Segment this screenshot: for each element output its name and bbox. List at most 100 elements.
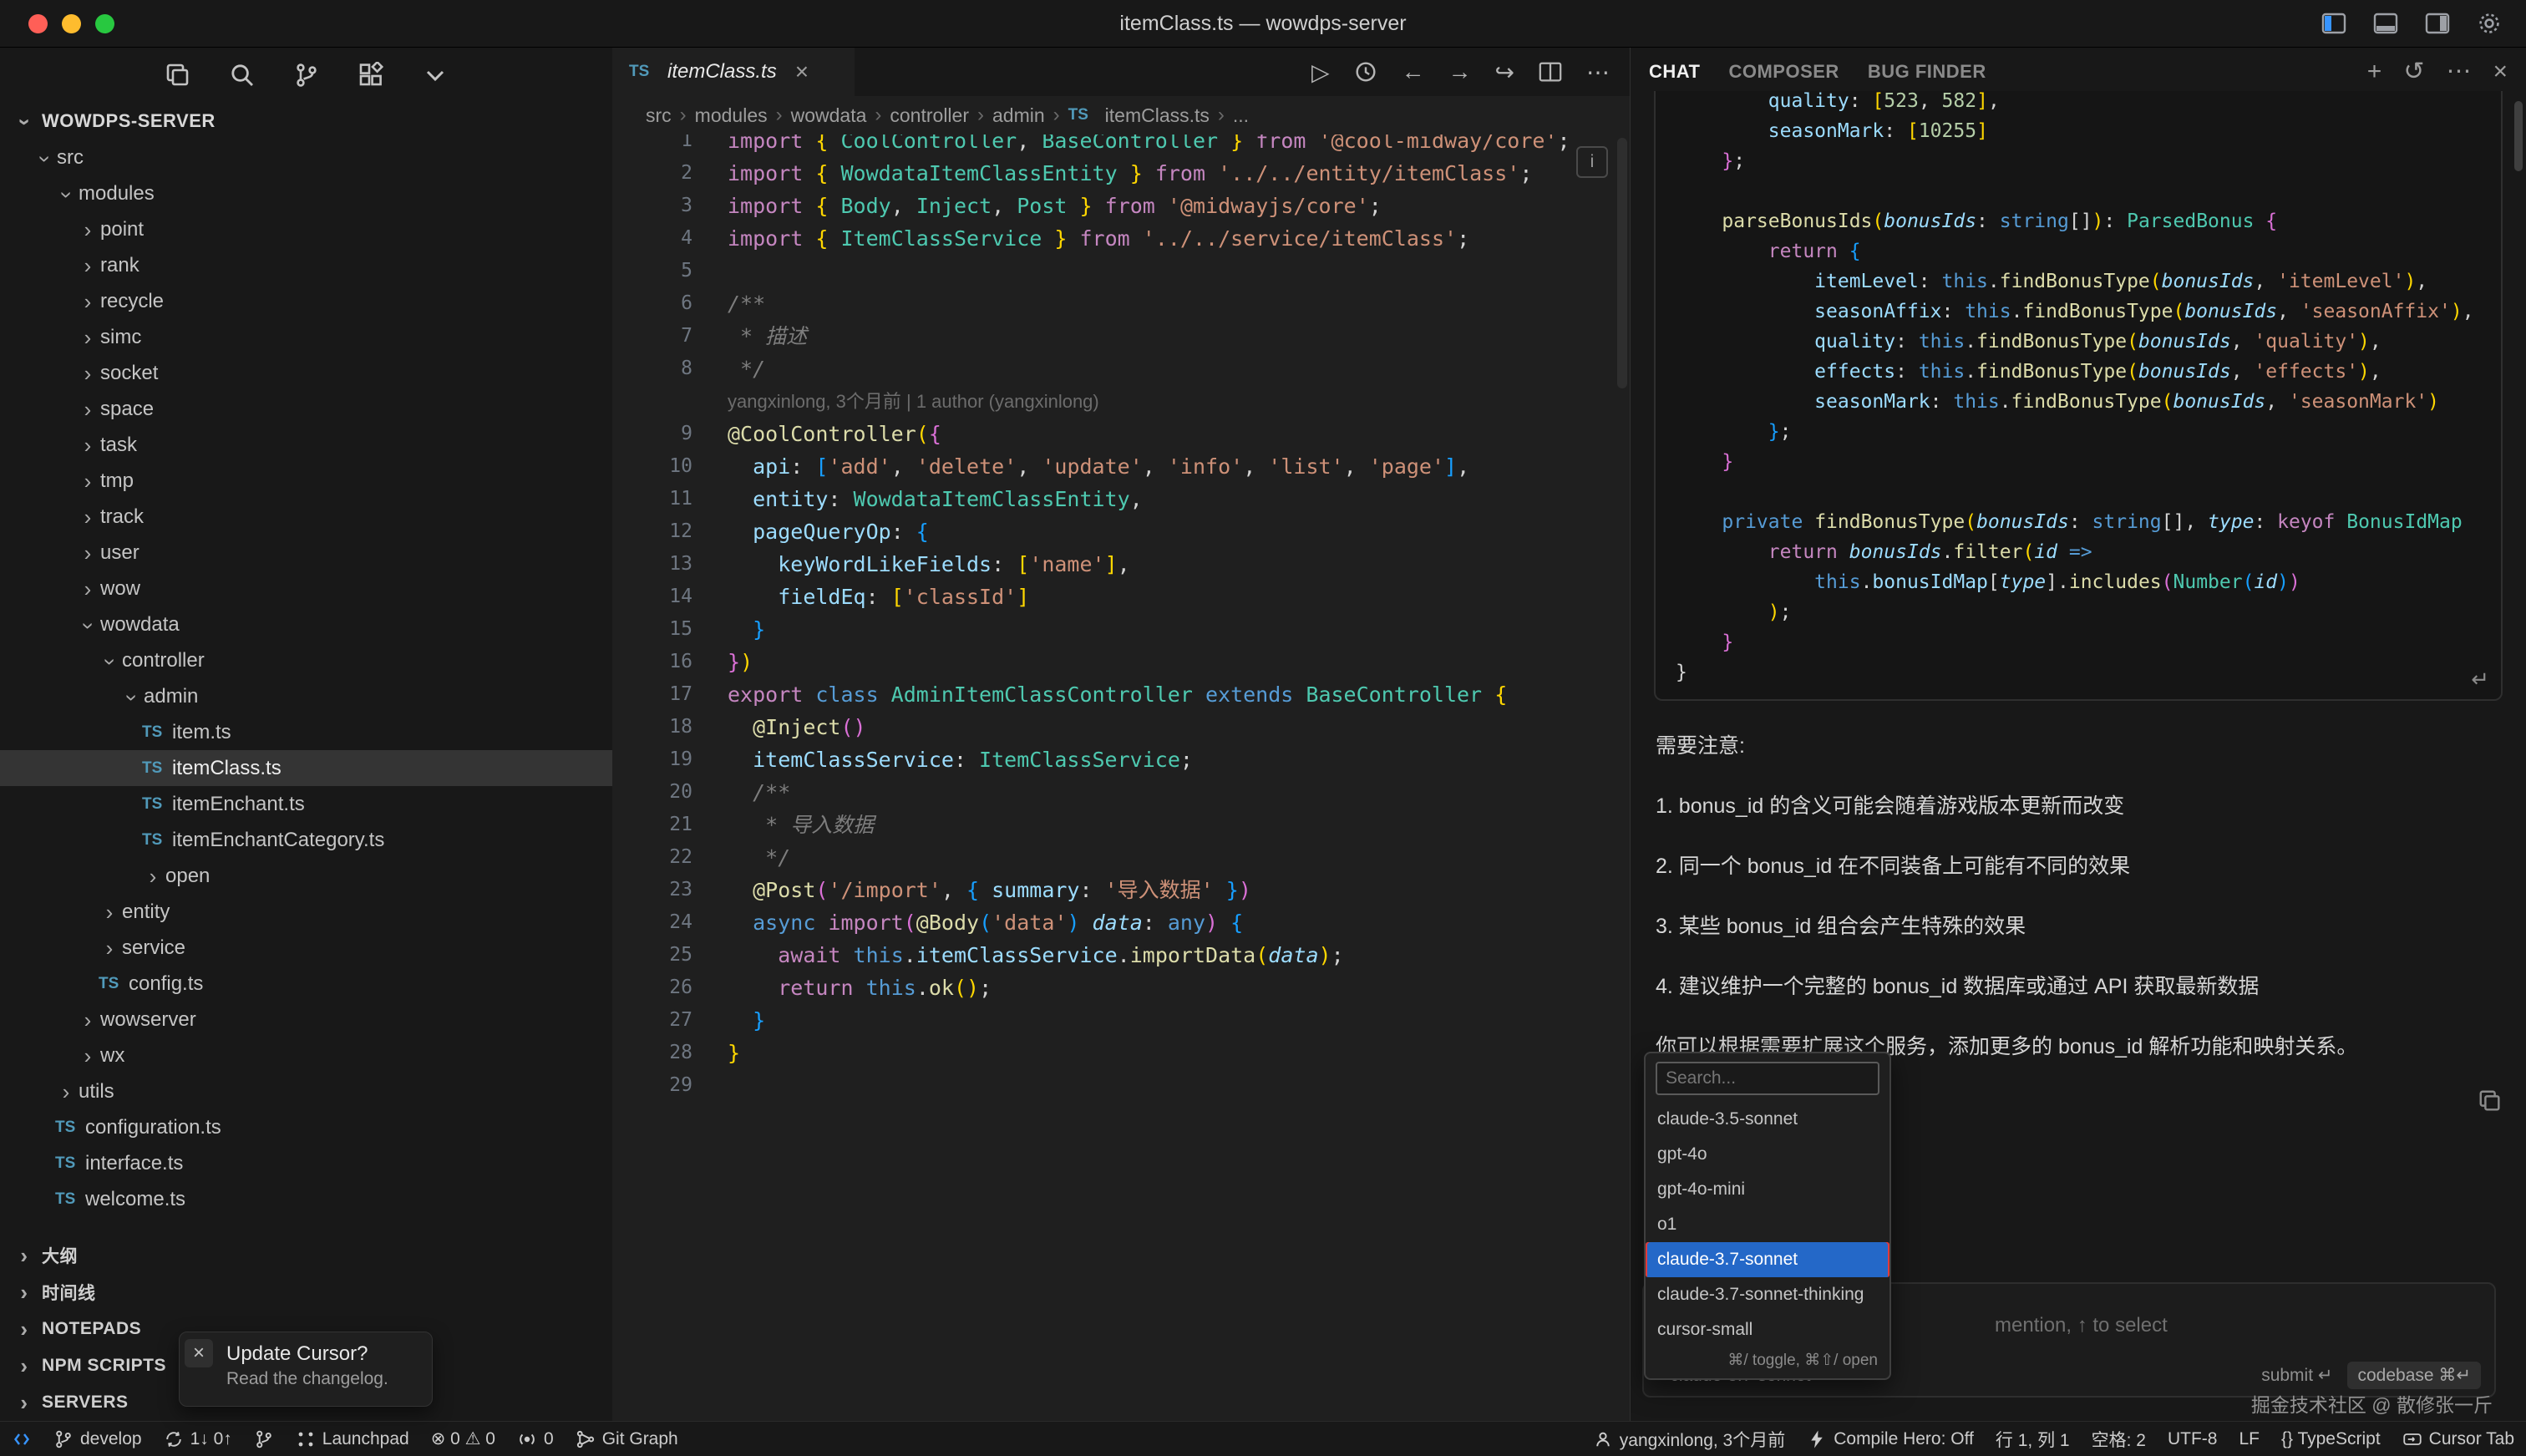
run-file-icon[interactable]: ▷ bbox=[1311, 58, 1330, 86]
status-item-yangxinlong,-3个月前[interactable]: yangxinlong, 3个月前 bbox=[1593, 1427, 1785, 1452]
tab-chat[interactable]: CHAT bbox=[1649, 61, 1700, 83]
tree-item-modules[interactable]: ›modules bbox=[0, 175, 612, 211]
editor-scrollbar[interactable] bbox=[1617, 138, 1627, 388]
status-item-行-1,-列-1[interactable]: 行 1, 列 1 bbox=[1996, 1427, 2070, 1452]
status-item-git-graph[interactable]: Git Graph bbox=[576, 1429, 678, 1449]
tree-item-wowdata[interactable]: ›wowdata bbox=[0, 606, 612, 642]
breadcrumb-item[interactable]: wowdata bbox=[791, 104, 867, 127]
tree-item-open[interactable]: ›open bbox=[0, 858, 612, 894]
search-icon[interactable] bbox=[229, 62, 256, 89]
status-item-空格:-2[interactable]: 空格: 2 bbox=[2092, 1427, 2146, 1452]
tree-item-task[interactable]: ›task bbox=[0, 427, 612, 463]
checkpoint-back-icon[interactable]: ← bbox=[1402, 58, 1425, 85]
tree-item-recycle[interactable]: ›recycle bbox=[0, 283, 612, 319]
toggle-secondary-sidebar-icon[interactable] bbox=[2424, 10, 2451, 37]
checkpoint-forward-icon[interactable]: → bbox=[1448, 58, 1472, 85]
tree-item-config.ts[interactable]: TSconfig.ts bbox=[0, 966, 612, 1002]
go-to-icon[interactable]: ↪ bbox=[1495, 58, 1514, 86]
tree-item-wow[interactable]: ›wow bbox=[0, 571, 612, 606]
status-item-launchpad[interactable]: Launchpad bbox=[296, 1429, 409, 1449]
tree-item-tmp[interactable]: ›tmp bbox=[0, 463, 612, 499]
breadcrumb-item[interactable]: admin bbox=[992, 104, 1045, 127]
model-search-input[interactable] bbox=[1656, 1062, 1879, 1095]
tree-item-socket[interactable]: ›socket bbox=[0, 355, 612, 391]
tree-item-controller[interactable]: ›controller bbox=[0, 642, 612, 678]
tree-item-wowserver[interactable]: ›wowserver bbox=[0, 1002, 612, 1037]
toggle-panel-icon[interactable] bbox=[2372, 10, 2399, 37]
split-editor-icon[interactable] bbox=[1538, 59, 1563, 84]
sidebar-section-时间线[interactable]: ›时间线 bbox=[0, 1274, 612, 1311]
tree-item-user[interactable]: ›user bbox=[0, 535, 612, 571]
tree-item-wx[interactable]: ›wx bbox=[0, 1037, 612, 1073]
model-option-gpt-4o[interactable]: gpt-4o bbox=[1646, 1137, 1889, 1172]
status-item-branch[interactable] bbox=[254, 1429, 274, 1449]
insert-at-cursor-icon[interactable]: ↵ bbox=[2471, 667, 2489, 692]
extensions-icon[interactable] bbox=[358, 62, 384, 89]
breadcrumb-more[interactable]: ... bbox=[1233, 104, 1249, 127]
breadcrumb[interactable]: src›modules›wowdata›controller›admin›TSi… bbox=[612, 96, 1630, 134]
model-option-claude-3.5-sonnet[interactable]: claude-3.5-sonnet bbox=[1646, 1102, 1889, 1137]
status-item-0[interactable]: 0 bbox=[517, 1429, 554, 1449]
tree-item-rank[interactable]: ›rank bbox=[0, 247, 612, 283]
chat-history-icon[interactable]: ↺ bbox=[2403, 59, 2424, 84]
tree-item-src[interactable]: ›src bbox=[0, 140, 612, 175]
close-tab-icon[interactable]: × bbox=[787, 58, 809, 85]
tree-item-item.ts[interactable]: TSitem.ts bbox=[0, 714, 612, 750]
sidebar-section-大纲[interactable]: ›大纲 bbox=[0, 1237, 612, 1274]
model-option-claude-3.7-sonnet[interactable]: claude-3.7-sonnet bbox=[1646, 1242, 1889, 1277]
tab-itemclass[interactable]: TS itemClass.ts × bbox=[612, 48, 855, 96]
code-editor[interactable]: 1import { CoolController, BaseController… bbox=[612, 134, 1630, 1421]
tree-item-configuration.ts[interactable]: TSconfiguration.ts bbox=[0, 1109, 612, 1145]
tree-item-itemEnchantCategory.ts[interactable]: TSitemEnchantCategory.ts bbox=[0, 822, 612, 858]
explorer-copy-icon[interactable] bbox=[165, 62, 191, 89]
new-chat-icon[interactable]: + bbox=[2367, 59, 2382, 84]
model-option-cursor-small[interactable]: cursor-small bbox=[1646, 1312, 1889, 1347]
status-item-{}-typescript[interactable]: {} TypeScript bbox=[2281, 1429, 2381, 1449]
chat-scrollbar[interactable] bbox=[2514, 101, 2523, 171]
breadcrumb-item[interactable]: controller bbox=[890, 104, 969, 127]
settings-gear-icon[interactable] bbox=[2476, 10, 2503, 37]
tree-item-admin[interactable]: ›admin bbox=[0, 678, 612, 714]
tree-item-point[interactable]: ›point bbox=[0, 211, 612, 247]
tab-bug-finder[interactable]: BUG FINDER bbox=[1868, 61, 1986, 83]
tree-item-utils[interactable]: ›utils bbox=[0, 1073, 612, 1109]
breadcrumb-file[interactable]: itemClass.ts bbox=[1105, 104, 1210, 127]
tree-item-track[interactable]: ›track bbox=[0, 499, 612, 535]
tree-item-itemEnchant.ts[interactable]: TSitemEnchant.ts bbox=[0, 786, 612, 822]
status-item-remote[interactable] bbox=[12, 1429, 32, 1449]
tree-item-entity[interactable]: ›entity bbox=[0, 894, 612, 930]
inline-hint-icon[interactable]: i bbox=[1576, 146, 1608, 178]
status-item-cursor-tab[interactable]: Cursor Tab bbox=[2402, 1429, 2514, 1449]
timeline-history-icon[interactable] bbox=[1353, 59, 1378, 84]
tree-item-service[interactable]: ›service bbox=[0, 930, 612, 966]
chevron-down-icon[interactable] bbox=[422, 62, 449, 89]
tree-item-simc[interactable]: ›simc bbox=[0, 319, 612, 355]
tree-item-space[interactable]: ›space bbox=[0, 391, 612, 427]
status-item-utf-8[interactable]: UTF-8 bbox=[2168, 1429, 2218, 1449]
status-item-develop[interactable]: develop bbox=[53, 1429, 142, 1449]
tab-composer[interactable]: COMPOSER bbox=[1728, 61, 1839, 83]
tree-item-itemClass.ts[interactable]: TSitemClass.ts bbox=[0, 750, 612, 786]
status-item-compile-hero:-off[interactable]: Compile Hero: Off bbox=[1807, 1429, 1974, 1449]
model-option-o1[interactable]: o1 bbox=[1646, 1207, 1889, 1242]
tree-item-interface.ts[interactable]: TSinterface.ts bbox=[0, 1145, 612, 1181]
status-item-⊗-0-⚠-0[interactable]: ⊗ 0 ⚠ 0 bbox=[431, 1428, 495, 1449]
source-control-icon[interactable] bbox=[293, 62, 320, 89]
toggle-sidebar-icon[interactable] bbox=[2321, 10, 2347, 37]
close-chat-icon[interactable]: × bbox=[2493, 59, 2508, 84]
submit-button[interactable]: submit ↵ bbox=[2261, 1365, 2332, 1386]
breadcrumb-item[interactable]: modules bbox=[695, 104, 768, 127]
close-notification-icon[interactable]: × bbox=[185, 1339, 213, 1367]
breadcrumb-item[interactable]: src bbox=[646, 104, 672, 127]
more-actions-icon[interactable]: ⋯ bbox=[1586, 58, 1610, 86]
status-item-lf[interactable]: LF bbox=[2239, 1429, 2260, 1449]
notification-changelog-link[interactable]: Read the changelog. bbox=[226, 1369, 432, 1389]
chat-more-icon[interactable]: ⋯ bbox=[2446, 59, 2471, 84]
model-option-gpt-4o-mini[interactable]: gpt-4o-mini bbox=[1646, 1172, 1889, 1207]
status-item-1↓-0↑[interactable]: 1↓ 0↑ bbox=[164, 1429, 232, 1449]
model-option-claude-3.7-sonnet-thinking[interactable]: claude-3.7-sonnet-thinking bbox=[1646, 1277, 1889, 1312]
tree-item-welcome.ts[interactable]: TSwelcome.ts bbox=[0, 1181, 612, 1217]
copy-message-icon[interactable] bbox=[2478, 1088, 2503, 1114]
codebase-button[interactable]: codebase ⌘↵ bbox=[2347, 1362, 2481, 1389]
project-root-header[interactable]: › WOWDPS-SERVER bbox=[0, 103, 612, 140]
